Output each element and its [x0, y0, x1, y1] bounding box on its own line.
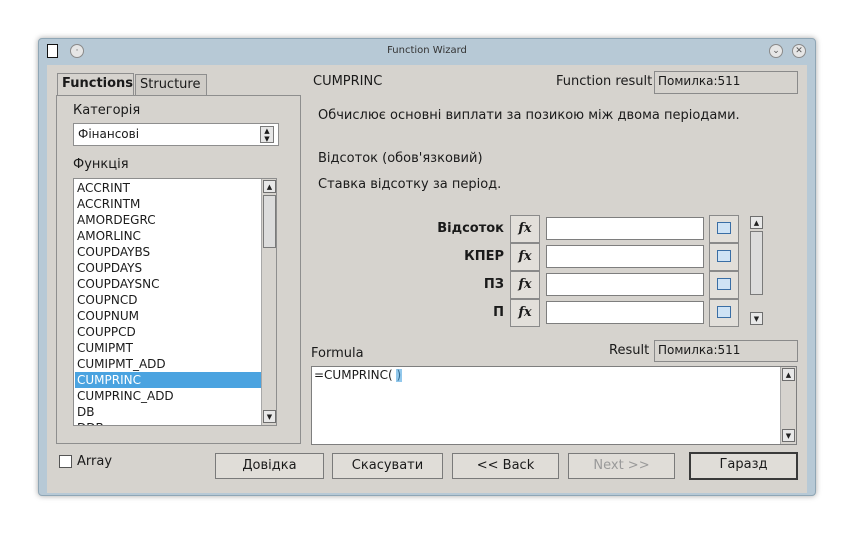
shrink-button-pv[interactable]: [709, 271, 739, 299]
function-list-item[interactable]: CUMIPMT: [75, 340, 264, 356]
fx-button-pv[interactable]: fx: [510, 271, 540, 299]
next-button[interactable]: Next >>: [568, 453, 675, 479]
arg-input-nper[interactable]: [546, 245, 704, 268]
function-list-item[interactable]: DDB: [75, 420, 264, 425]
scroll-down-icon[interactable]: ▼: [263, 410, 276, 423]
argument-title: Відсоток (обов'язковий): [318, 151, 483, 166]
function-list-scrollbar[interactable]: ▲ ▼: [261, 179, 276, 425]
ok-button[interactable]: Гаразд: [689, 452, 798, 480]
title-bar[interactable]: · Function Wizard ⌄ ✕: [39, 39, 815, 63]
result-field: Помилка:511: [654, 340, 798, 362]
function-list-item[interactable]: COUPNUM: [75, 308, 264, 324]
arg-input-rate[interactable]: [546, 217, 704, 240]
formula-scrollbar[interactable]: ▲ ▼: [780, 367, 796, 444]
function-name: CUMPRINC: [313, 74, 383, 89]
formula-editor[interactable]: =CUMPRINC( ) ▲ ▼: [311, 366, 797, 445]
function-list-item[interactable]: CUMPRINC_ADD: [75, 388, 264, 404]
function-list-item[interactable]: CUMPRINC: [75, 372, 264, 388]
function-list-item[interactable]: AMORLINC: [75, 228, 264, 244]
function-list-item[interactable]: ACCRINT: [75, 180, 264, 196]
function-result-field: Помилка:511: [654, 71, 798, 94]
formula-label: Formula: [311, 346, 364, 361]
help-button[interactable]: Довідка: [215, 453, 324, 479]
tab-structure[interactable]: Structure: [135, 74, 207, 95]
close-button[interactable]: ✕: [792, 44, 806, 58]
fx-button-rate[interactable]: fx: [510, 215, 540, 243]
function-list-item[interactable]: COUPDAYS: [75, 260, 264, 276]
window-title: Function Wizard: [387, 45, 467, 56]
category-value: Фінансові: [78, 127, 140, 141]
fx-button-nper[interactable]: fx: [510, 243, 540, 271]
arg-label-p: П: [493, 305, 504, 320]
scroll-thumb[interactable]: [750, 231, 763, 295]
argument-description: Ставка відсотку за період.: [318, 177, 502, 192]
function-list-item[interactable]: COUPNCD: [75, 292, 264, 308]
function-list-item[interactable]: ACCRINTM: [75, 196, 264, 212]
function-list-item[interactable]: DB: [75, 404, 264, 420]
function-list-item[interactable]: COUPDAYSNC: [75, 276, 264, 292]
arg-label-nper: КПЕР: [464, 249, 504, 264]
scroll-thumb[interactable]: [263, 195, 276, 248]
arg-label-rate: Відсоток: [437, 221, 504, 236]
cancel-button[interactable]: Скасувати: [332, 453, 443, 479]
shrink-button-rate[interactable]: [709, 215, 739, 243]
arg-input-p[interactable]: [546, 301, 704, 324]
fx-button-p[interactable]: fx: [510, 299, 540, 327]
select-range-icon: [717, 222, 731, 234]
scroll-up-icon[interactable]: ▲: [750, 216, 763, 229]
shrink-button-nper[interactable]: [709, 243, 739, 271]
arguments-scrollbar[interactable]: ▲ ▼: [749, 215, 765, 327]
minimize-button[interactable]: ⌄: [769, 44, 783, 58]
arg-input-pv[interactable]: [546, 273, 704, 296]
category-label: Категорія: [73, 103, 141, 118]
function-list-item[interactable]: COUPPCD: [75, 324, 264, 340]
result-label: Result: [609, 343, 650, 358]
select-range-icon: [717, 278, 731, 290]
category-select[interactable]: Фінансові ▲ ▼: [73, 123, 279, 146]
function-description: Обчислює основні виплати за позикою між …: [318, 108, 740, 123]
array-label[interactable]: Array: [77, 454, 112, 469]
function-list[interactable]: ACCRINT ACCRINTM AMORDEGRC AMORLINC COUPDAYB…: [73, 178, 277, 426]
arg-label-pv: ПЗ: [483, 277, 504, 292]
scroll-up-icon[interactable]: ▲: [263, 180, 276, 193]
scroll-down-icon[interactable]: ▼: [750, 312, 763, 325]
array-checkbox[interactable]: [59, 455, 72, 468]
function-list-item[interactable]: COUPDAYBS: [75, 244, 264, 260]
function-result-label: Function result: [556, 74, 653, 89]
scroll-up-icon[interactable]: ▲: [782, 368, 795, 381]
function-label: Функція: [73, 157, 129, 172]
function-list-item[interactable]: AMORDEGRC: [75, 212, 264, 228]
text-cursor: [396, 369, 402, 382]
function-list-item[interactable]: CUMIPMT_ADD: [75, 356, 264, 372]
spin-updown-icon[interactable]: ▲ ▼: [260, 126, 274, 143]
select-range-icon: [717, 306, 731, 318]
formula-text: =CUMPRINC( ): [314, 368, 402, 382]
back-button[interactable]: << Back: [452, 453, 559, 479]
shrink-button-p[interactable]: [709, 299, 739, 327]
scroll-down-icon[interactable]: ▼: [782, 429, 795, 442]
tab-functions[interactable]: Functions: [57, 73, 134, 95]
select-range-icon: [717, 250, 731, 262]
